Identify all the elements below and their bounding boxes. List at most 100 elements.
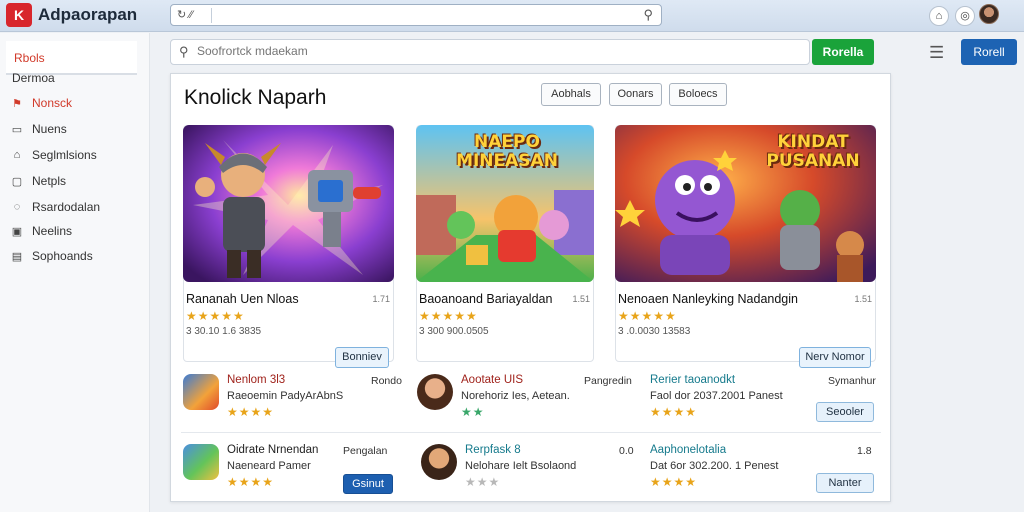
list-item-tag: 0.0 — [619, 445, 634, 457]
rating-stars: ★★★★ — [227, 405, 275, 419]
rating-stars: ★★★★ — [227, 475, 275, 489]
sidebar-subtitle: Dermoa — [12, 71, 55, 85]
app-icon — [183, 374, 219, 410]
sidebar-item-rsardodalan[interactable]: ◌ Rsardodalan — [10, 198, 100, 216]
screen-icon: ▭ — [11, 123, 23, 136]
app-icon — [183, 444, 219, 480]
green-action-button[interactable]: Rorella — [812, 39, 874, 65]
rating-stars: ★★★★★ — [618, 309, 677, 323]
sidebar-item-label: Rsardodalan — [32, 200, 101, 214]
list-item-subtitle: Faol dor 2037.2001 Panest — [650, 390, 783, 402]
grid-icon: ▣ — [11, 225, 23, 238]
address-bar[interactable]: ↻ ⁄⁄ ⚲ — [170, 4, 662, 26]
sidebar-item-sophoands[interactable]: ▤ Sophoands — [10, 247, 93, 265]
list-item-subtitle: Naeneard Pamer — [227, 460, 311, 472]
sidebar-item-seglmlsions[interactable]: ⌂ Seglmlsions — [10, 146, 97, 164]
card-meta: 3 30.10 1.6 3835 — [186, 326, 262, 337]
browser-toolbar: K Adpaorapan ↻ ⁄⁄ ⚲ ⌂ ◎ — [0, 0, 1024, 32]
list-item-button[interactable]: Nanter — [816, 473, 874, 493]
card-action-button[interactable]: Nerv Nomor — [799, 347, 871, 368]
reload-icon[interactable]: ↻ ⁄⁄ — [177, 8, 193, 21]
rating-stars: ★★★★★ — [419, 309, 478, 323]
game-artwork[interactable] — [183, 125, 394, 282]
card-title: Nenoaen Nanleyking Nadandgin — [618, 292, 798, 306]
game-artwork[interactable]: NAEPO MINEASAN — [416, 125, 594, 282]
featured-card[interactable]: Rananah Uen Nloas 1.71 ★★★★★ 3 30.10 1.6… — [183, 125, 394, 368]
list-item-tag: Symanhur — [828, 375, 876, 387]
house-icon: ⌂ — [13, 149, 21, 161]
sidebar: Rbols Dermoa ⚑ Nonsck ▭ Nuens ⌂ Seglmlsi… — [0, 33, 150, 512]
card-size: 1.51 — [854, 294, 872, 304]
card-action-button[interactable]: Bonniev — [335, 347, 389, 368]
rating-stars: ★★ — [461, 405, 485, 419]
sidebar-item-label: Neelins — [32, 224, 73, 238]
sidebar-item-label: Netpls — [32, 174, 67, 188]
sidebar-item-netpls[interactable]: ▢ Netpls — [10, 172, 66, 190]
store-panel: Knolick Naparh Aobhals Oonars Boloecs Ra… — [170, 73, 891, 502]
filter-chip[interactable]: Oonars — [609, 83, 662, 106]
list-icon: ▤ — [11, 250, 23, 263]
card-size: 1.71 — [372, 294, 390, 304]
blue-action-button[interactable]: Rorell — [961, 39, 1017, 65]
settings-icon[interactable]: ◎ — [955, 6, 975, 26]
app-icon — [421, 444, 457, 480]
search-icon: ⚲ — [179, 44, 189, 59]
app-icon — [417, 374, 453, 410]
rating-stars: ★★★★★ — [186, 309, 245, 323]
list-item[interactable]: Rerpfask 8 Nelohare Ielt Bsolaond ★★★ 0.… — [421, 444, 641, 494]
sidebar-item-nuens[interactable]: ▭ Nuens — [10, 120, 67, 138]
list-item-tag: Pangredin — [584, 375, 632, 387]
featured-card[interactable]: KINDAT PUSANAN Nenoaen Nanleyking Nadand… — [615, 125, 876, 368]
flame-icon: ⚑ — [12, 97, 22, 110]
home-icon[interactable]: ⌂ — [929, 6, 949, 26]
list-item-subtitle: Nelohare Ielt Bsolaond — [465, 460, 577, 472]
list-item[interactable]: Aootate UIS Norehoriz Ies, Aetean. ★★ Pa… — [417, 374, 637, 424]
rating-stars: ★★★★ — [650, 475, 698, 489]
search-icon[interactable]: ⚲ — [643, 7, 653, 23]
list-item-subtitle: Dat 6or 302.200. 1 Penest — [650, 460, 779, 472]
rating-stars: ★★★ — [465, 475, 501, 489]
sidebar-tab-rbols[interactable]: Rbols — [6, 41, 137, 75]
list-item-subtitle: Raeoemin PadyArAbnS — [227, 390, 344, 402]
list-item[interactable]: Rerier taoanodkt Faol dor 2037.2001 Pane… — [650, 374, 876, 424]
sidebar-item-label: Nonsck — [32, 96, 73, 110]
sidebar-item-label: Seglmlsions — [32, 148, 97, 162]
card-meta: 3 .0.0030 13583 — [618, 326, 691, 337]
card-meta: 3 300 900.0505 — [419, 326, 489, 337]
sidebar-item-nonsck[interactable]: ⚑ Nonsck — [10, 94, 72, 112]
search-input[interactable] — [197, 44, 777, 58]
list-item[interactable]: Nenlom 3l3 Raeoemin PadyArAbnS ★★★★ Rond… — [183, 374, 402, 424]
sidebar-item-label: Sophoands — [32, 249, 93, 263]
list-item[interactable]: Oidrate Nrnendan Naeneard Pamer ★★★★ Pen… — [183, 444, 398, 494]
list-item[interactable]: Aaphonelotalia Dat 6or 302.200. 1 Penest… — [650, 444, 876, 494]
filter-chip[interactable]: Boloecs — [669, 83, 727, 106]
artwork-title: NAEPO MINEASAN — [456, 132, 558, 171]
sidebar-item-neelins[interactable]: ▣ Neelins — [10, 222, 72, 240]
search-bar[interactable]: ⚲ — [170, 39, 810, 65]
user-avatar[interactable] — [979, 4, 999, 24]
page-title: Knolick Naparh — [184, 86, 327, 109]
list-item-title: Aootate UIS — [461, 374, 524, 386]
card-size: 1.51 — [572, 294, 590, 304]
card-title: Rananah Uen Nloas — [186, 292, 299, 306]
list-item-title: Rerpfask 8 — [465, 444, 521, 456]
app-logo: K — [6, 3, 32, 27]
artwork-title: KINDAT PUSANAN — [766, 132, 860, 171]
filter-chip[interactable]: Aobhals — [541, 83, 601, 106]
list-item-tag: Rondo — [371, 375, 402, 387]
list-item-title: Aaphonelotalia — [650, 444, 727, 456]
card-title: Baoanoand Bariayaldan — [419, 292, 553, 306]
menu-icon[interactable]: ☰ — [929, 43, 944, 63]
list-item-button[interactable]: Gsinut — [343, 474, 393, 494]
doc-icon: ▢ — [11, 175, 23, 188]
list-item-title: Rerier taoanodkt — [650, 374, 736, 386]
list-item-button[interactable]: Seooler — [816, 402, 874, 422]
game-artwork[interactable]: KINDAT PUSANAN — [615, 125, 876, 282]
list-item-subtitle: Norehoriz Ies, Aetean. — [461, 390, 570, 402]
list-item-tag: Pengalan — [343, 445, 388, 457]
drop-icon: ◌ — [13, 201, 21, 213]
featured-card[interactable]: NAEPO MINEASAN Baoanoand Bariayaldan 1.5… — [416, 125, 594, 362]
url-field[interactable] — [211, 8, 633, 23]
list-item-tag: 1.8 — [857, 445, 872, 457]
app-title: Adpaorapan — [38, 5, 138, 24]
